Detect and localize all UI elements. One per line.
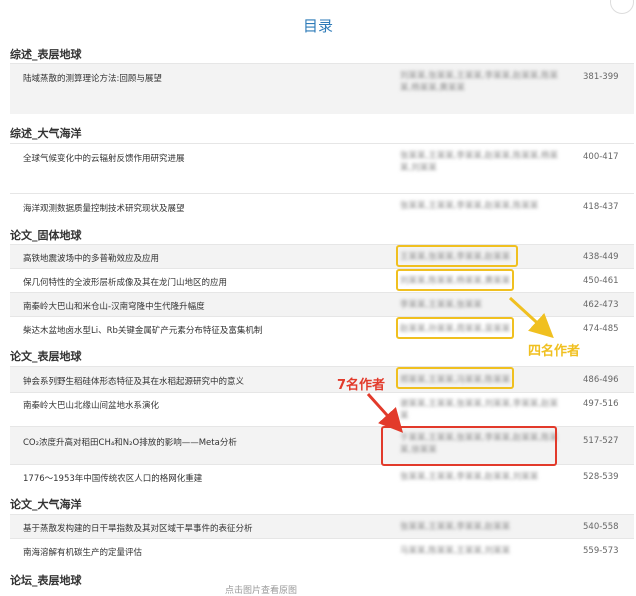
red-arrow	[366, 392, 404, 433]
four-authors-note: 四名作者	[528, 344, 581, 359]
arrow-overlay	[366, 296, 554, 433]
yellow-arrow	[508, 296, 554, 339]
seven-authors-note: 7名作者	[337, 378, 386, 393]
